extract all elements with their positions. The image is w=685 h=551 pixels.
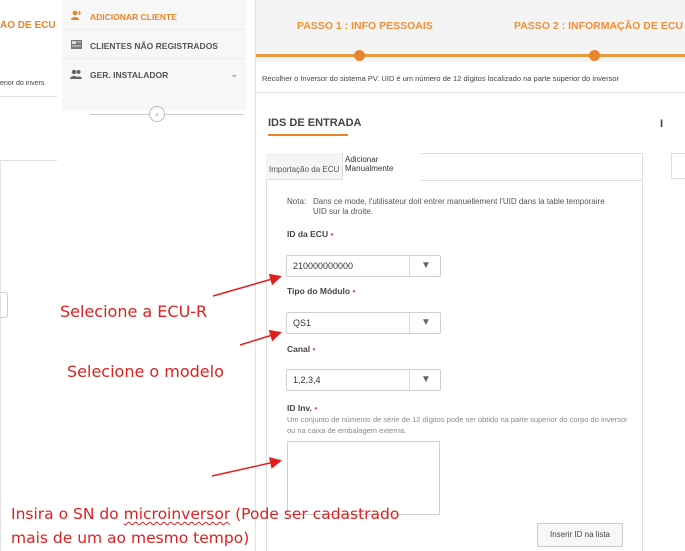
section-underline (268, 134, 348, 136)
ecu-id-select[interactable]: 210000000000 ▼ (286, 255, 441, 277)
background-ecu-tab: ÃO DE ECU (0, 20, 56, 31)
tab-label-line: Adicionar (345, 155, 379, 164)
step-1-marker (354, 50, 365, 61)
step-progress-track (256, 54, 685, 57)
annotation-insert-sn: Insira o SN do microinversor (Pode ser c… (11, 502, 431, 550)
divider (0, 96, 57, 97)
sidebar-item-label: GER. INSTALADOR (90, 70, 169, 80)
background-panel: ÃO DE ECU erior do invers (0, 0, 57, 551)
caret-down-icon: ▼ (421, 260, 431, 271)
background-hint-text: erior do invers (0, 80, 45, 87)
ecu-id-label-text: ID da ECU (287, 229, 329, 239)
divider (0, 160, 1, 551)
sidebar-item-adicionar-cliente[interactable]: ADICIONAR CLIENTE (62, 4, 246, 30)
required-marker: • (314, 403, 318, 413)
module-type-label-text: Tipo do Módulo (287, 286, 351, 296)
right-panel-box-edge (671, 153, 685, 179)
sidebar-item-label: CLIENTES NÃO REGISTRADOS (90, 40, 218, 51)
caret-down-icon: ▼ (421, 374, 431, 385)
annotation-select-ecu: Selecione a ECU-R (60, 302, 208, 321)
chevron-down-icon[interactable]: ⌄ (230, 69, 238, 80)
step-2-marker (589, 50, 600, 61)
divider (255, 0, 256, 551)
required-marker: • (312, 344, 316, 354)
step-1-title[interactable]: PASSO 1 : INFO PESSOAIS (297, 20, 433, 32)
tab-label-line: Manualmente (345, 164, 394, 173)
chevron-left-icon: ‹ (155, 109, 159, 119)
instruction-text: Recolher o Inversor do sistema PV. UID é… (262, 74, 619, 83)
add-user-icon (62, 10, 90, 23)
note-label: Nota: (287, 197, 307, 206)
module-type-value: QS1 (293, 318, 312, 328)
inv-id-hint: Um conjunto de números de série de 12 dí… (287, 415, 628, 435)
channel-value: 1,2,3,4 (293, 375, 321, 385)
channel-label-text: Canal (287, 344, 311, 354)
ecu-id-label: ID da ECU • (287, 229, 333, 239)
right-panel-title-fragment: I (660, 118, 664, 130)
module-type-label: Tipo do Módulo • (287, 286, 355, 296)
sidebar-item-label: ADICIONAR CLIENTE (90, 11, 177, 22)
divider (409, 313, 410, 333)
inv-id-label: ID Inv. • (287, 403, 317, 413)
tab-importacao-ecu[interactable]: Importação da ECU (266, 153, 343, 180)
users-icon (62, 69, 90, 82)
insert-id-button[interactable]: Inserir ID na lista (537, 523, 623, 547)
note-text: Dans ce mode, l'utilisateur doit entrer … (313, 197, 605, 216)
divider (409, 370, 410, 390)
caret-down-icon: ▼ (421, 317, 431, 328)
divider (90, 114, 244, 115)
annotation-select-model: Selecione o modelo (67, 362, 224, 381)
divider (409, 256, 410, 276)
collapse-sidebar-button[interactable]: ‹ (149, 106, 165, 122)
annotation-text-spellcheck: microinversor (123, 505, 231, 523)
annotation-text: Insira o SN do (11, 505, 124, 523)
section-title: IDS DE ENTRADA (268, 117, 362, 129)
divider (0, 160, 57, 161)
required-marker: • (352, 286, 356, 296)
channel-label: Canal • (287, 344, 316, 354)
list-card-icon (62, 39, 90, 52)
ecu-id-value: 210000000000 (293, 261, 354, 271)
divider (421, 180, 643, 181)
background-box-edge (0, 292, 8, 318)
sidebar-item-clientes-nao-registrados[interactable]: CLIENTES NÃO REGISTRADOS (62, 33, 246, 59)
channel-select[interactable]: 1,2,3,4 ▼ (286, 369, 441, 391)
required-marker: • (330, 229, 334, 239)
sidebar-menu: ADICIONAR CLIENTE CLIENTES NÃO REGISTRAD… (62, 0, 246, 110)
inv-id-label-text: ID Inv. (287, 403, 312, 413)
sidebar-item-ger-instalador[interactable]: GER. INSTALADOR ⌄ (62, 62, 246, 88)
step-2-title[interactable]: PASSO 2 : INFORMAÇÃO DE ECU (514, 20, 683, 32)
note: Nota: Dans ce mode, l'utilisateur doit en… (287, 197, 627, 217)
module-type-select[interactable]: QS1 ▼ (286, 312, 441, 334)
divider (256, 92, 685, 93)
tab-adicionar-manualmente[interactable]: Adicionar Manualmente (343, 153, 421, 180)
